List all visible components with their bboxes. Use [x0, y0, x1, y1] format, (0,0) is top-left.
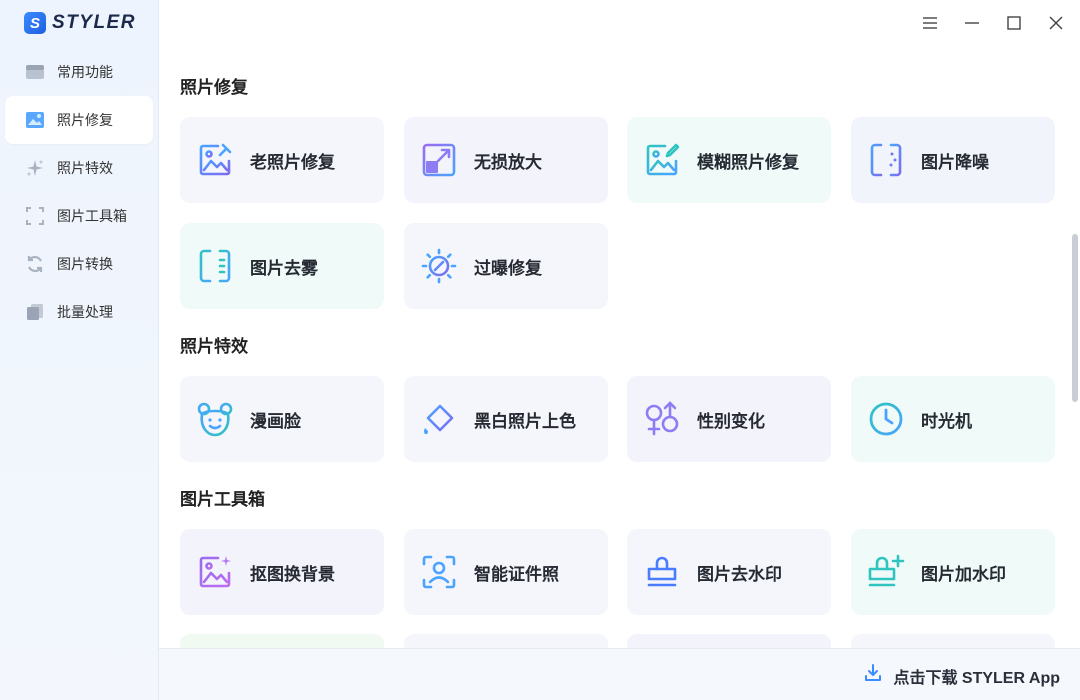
card-gender-swap[interactable]: 性别变化: [627, 376, 831, 462]
sidebar-item-label: 常用功能: [57, 64, 113, 80]
sidebar-item-label: 照片修复: [57, 112, 113, 128]
gender-swap-icon: [643, 400, 681, 438]
id-photo-icon: [420, 553, 458, 591]
card-overexposure-repair[interactable]: 过曝修复: [404, 223, 608, 309]
cutout-background-icon: [196, 553, 234, 591]
sparkle-icon: [25, 158, 45, 178]
cartoon-face-icon: [196, 400, 234, 438]
card-label: 黑白照片上色: [474, 411, 576, 431]
blur-photo-repair-icon: [643, 141, 681, 179]
card-label: 智能证件照: [474, 564, 559, 584]
download-label: 点击下载 STYLER App: [893, 669, 1060, 687]
card-partial[interactable]: [851, 634, 1055, 648]
bottom-bar: 点击下载 STYLER App: [159, 648, 1080, 700]
card-cutout-background[interactable]: 抠图换背景: [180, 529, 384, 615]
colorize-icon: [420, 400, 458, 438]
card-label: 时光机: [921, 411, 972, 431]
sidebar-item-photo-effects[interactable]: 照片特效: [0, 144, 159, 192]
card-old-photo-repair[interactable]: 老照片修复: [180, 117, 384, 203]
card-time-machine[interactable]: 时光机: [851, 376, 1055, 462]
card-add-watermark[interactable]: 图片加水印: [851, 529, 1055, 615]
sidebar-nav: 常用功能 照片修复 照片特效 图片工具箱 图片转换 批量处理: [0, 48, 159, 336]
common-functions-icon: [25, 62, 45, 82]
upscale-icon: [420, 141, 458, 179]
card-remove-watermark[interactable]: 图片去水印: [627, 529, 831, 615]
card-label: 图片加水印: [921, 564, 1006, 584]
sidebar-item-toolbox[interactable]: 图片工具箱: [0, 192, 159, 240]
section-title-photo-effects: 照片特效: [180, 337, 248, 356]
crop-frame-icon: [25, 206, 45, 226]
card-label: 图片去雾: [250, 258, 318, 278]
overexposure-icon: [420, 247, 458, 285]
scrollbar-thumb[interactable]: [1072, 234, 1078, 402]
section-title-toolbox: 图片工具箱: [180, 490, 265, 509]
card-label: 模糊照片修复: [697, 152, 799, 172]
sidebar-item-convert[interactable]: 图片转换: [0, 240, 159, 288]
app-name: STYLER: [52, 12, 136, 33]
card-label: 图片降噪: [921, 152, 989, 172]
card-blur-photo-repair[interactable]: 模糊照片修复: [627, 117, 831, 203]
download-app-button[interactable]: 点击下载 STYLER App: [863, 663, 1060, 688]
sidebar-item-common[interactable]: 常用功能: [0, 48, 159, 96]
card-label: 图片去水印: [697, 564, 782, 584]
denoise-icon: [867, 141, 905, 179]
card-label: 抠图换背景: [250, 564, 335, 584]
sidebar-item-label: 照片特效: [57, 160, 113, 176]
convert-icon: [25, 254, 45, 274]
download-icon: [863, 663, 883, 688]
scrollbar[interactable]: [1070, 48, 1080, 648]
card-partial[interactable]: [180, 634, 384, 648]
card-upscale[interactable]: 无损放大: [404, 117, 608, 203]
card-partial[interactable]: [404, 634, 608, 648]
card-label: 无损放大: [474, 152, 542, 172]
old-photo-repair-icon: [196, 141, 234, 179]
sidebar: S STYLER 常用功能 照片修复 照片特效 图片工具箱 图片转换 批量处理: [0, 0, 159, 700]
app-logo: S STYLER: [24, 11, 136, 35]
card-label: 老照片修复: [250, 152, 335, 172]
sidebar-item-photo-repair[interactable]: 照片修复: [5, 96, 153, 144]
remove-watermark-icon: [643, 553, 681, 591]
card-partial[interactable]: [627, 634, 831, 648]
card-label: 性别变化: [697, 411, 765, 431]
card-colorize[interactable]: 黑白照片上色: [404, 376, 608, 462]
photo-repair-icon: [25, 110, 45, 130]
sidebar-item-label: 图片工具箱: [57, 208, 127, 224]
card-label: 漫画脸: [250, 411, 301, 431]
main-content: 照片修复 老照片修复 无损放大 模糊照片修复 图片降噪 图片去雾 过曝修复 照片…: [160, 0, 1070, 648]
clock-icon: [867, 400, 905, 438]
logo-mark: S: [24, 12, 46, 34]
batch-icon: [25, 302, 45, 322]
card-cartoon-face[interactable]: 漫画脸: [180, 376, 384, 462]
card-label: 过曝修复: [474, 258, 542, 278]
card-id-photo[interactable]: 智能证件照: [404, 529, 608, 615]
sidebar-item-label: 图片转换: [57, 256, 113, 272]
sidebar-item-label: 批量处理: [57, 304, 113, 320]
card-denoise[interactable]: 图片降噪: [851, 117, 1055, 203]
add-watermark-icon: [867, 553, 905, 591]
card-dehaze[interactable]: 图片去雾: [180, 223, 384, 309]
section-title-photo-repair: 照片修复: [180, 78, 248, 97]
sidebar-item-batch[interactable]: 批量处理: [0, 288, 159, 336]
dehaze-icon: [196, 247, 234, 285]
